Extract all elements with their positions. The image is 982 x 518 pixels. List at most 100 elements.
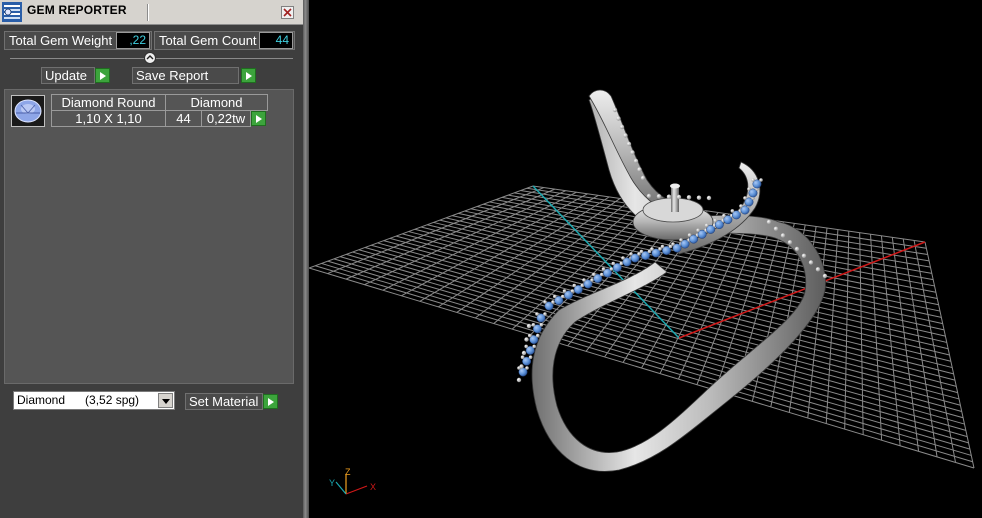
milgrain-bead xyxy=(706,195,712,201)
prong-bead xyxy=(590,278,594,282)
milgrain-bead xyxy=(524,337,529,342)
title-bar[interactable]: GEM REPORTER xyxy=(0,0,303,25)
prong-bead xyxy=(592,272,596,277)
prong-bead xyxy=(759,178,763,182)
prong-bead xyxy=(551,300,555,304)
prong-bead xyxy=(528,333,532,338)
milgrain-bead xyxy=(516,377,522,383)
milgrain-bead xyxy=(808,260,814,265)
gem-size-cell: 1,10 X 1,10 xyxy=(51,110,166,127)
prong-bead xyxy=(543,300,547,304)
prong-bead xyxy=(639,249,644,254)
prong-bead xyxy=(539,323,544,327)
gem-weight-cell: 0,22tw xyxy=(201,110,251,127)
gem-reporter-panel: GEM REPORTER Total Gem Weight ,22 Total … xyxy=(0,0,303,518)
prong-bead xyxy=(582,278,586,282)
milgrain-bead xyxy=(646,193,652,199)
grid-line xyxy=(309,460,974,504)
prong-bead xyxy=(601,267,606,271)
ground-grid xyxy=(309,185,975,510)
milgrain-bead xyxy=(822,273,828,279)
axis-gizmo: Z X Y xyxy=(329,467,376,495)
milgrain-bead xyxy=(626,141,632,147)
prong-bead xyxy=(679,238,683,242)
prong-bead xyxy=(671,242,675,246)
panel-splitter-handle[interactable] xyxy=(144,52,156,64)
prong-bead xyxy=(629,252,633,256)
prong-bead xyxy=(532,344,536,349)
prong-bead xyxy=(562,289,567,293)
total-gem-weight-value: ,22 xyxy=(116,32,150,49)
milgrain-bead xyxy=(696,195,702,200)
prong-bead xyxy=(536,333,540,338)
update-play-icon[interactable] xyxy=(95,68,110,83)
milgrain-bead xyxy=(637,167,642,172)
prong-bead xyxy=(524,344,528,349)
center-post-cap xyxy=(670,183,680,189)
milgrain-bead xyxy=(630,150,635,155)
prong-bead xyxy=(696,228,700,233)
prong-bead xyxy=(747,187,751,191)
window-title: GEM REPORTER xyxy=(27,3,127,17)
update-button[interactable]: Update xyxy=(41,67,95,84)
milgrain-bead xyxy=(656,194,662,199)
save-report-button[interactable]: Save Report xyxy=(132,67,239,84)
gem-material-cell: Diamond xyxy=(165,94,268,111)
gem-list: Diamond Round Diamond 1,10 X 1,10 44 0,2… xyxy=(4,89,294,384)
prong-bead xyxy=(525,366,529,370)
milgrain-bead xyxy=(612,107,618,113)
prong-bead xyxy=(650,247,654,251)
round-diamond-icon xyxy=(14,99,42,123)
material-selected-value: Diamond (3,52 spg) xyxy=(17,393,140,407)
chevron-up-icon xyxy=(146,55,154,60)
prong-bead xyxy=(687,233,692,237)
set-material-button[interactable]: Set Material xyxy=(185,393,263,410)
gizmo-y-label: Y xyxy=(329,478,335,488)
prong-bead xyxy=(572,283,577,288)
milgrain-bead xyxy=(616,116,621,121)
prong-bead xyxy=(743,196,747,200)
milgrain-bead xyxy=(815,267,821,272)
prong-bead xyxy=(704,223,709,228)
set-material-play-icon[interactable] xyxy=(263,394,278,409)
milgrain-bead xyxy=(766,219,772,225)
milgrain-bead xyxy=(666,194,672,199)
close-button[interactable] xyxy=(281,6,294,19)
gem-count-cell: 44 xyxy=(165,110,202,127)
chevron-down-icon[interactable] xyxy=(158,393,173,408)
save-report-play-icon[interactable] xyxy=(241,68,256,83)
prong-bead xyxy=(751,178,755,182)
material-dropdown[interactable]: Diamond (3,52 spg) xyxy=(13,391,175,410)
grid-line xyxy=(389,237,957,387)
milgrain-bead xyxy=(519,364,524,369)
milgrain-bead xyxy=(686,195,692,200)
total-gem-count-value: 44 xyxy=(259,32,293,49)
prong-bead xyxy=(535,312,539,316)
milgrain-bead xyxy=(619,124,625,130)
prong-bead xyxy=(713,218,718,223)
grid-line xyxy=(924,241,975,469)
gem-select-play-icon[interactable] xyxy=(251,111,266,126)
prong-bead xyxy=(570,289,575,293)
gizmo-z-label: Z xyxy=(345,467,351,477)
3d-viewport[interactable]: Z X Y xyxy=(309,0,982,518)
milgrain-bead xyxy=(773,226,779,231)
gem-shape-cell: Diamond Round xyxy=(51,94,166,111)
milgrain-bead xyxy=(780,233,786,238)
prong-bead xyxy=(611,261,616,266)
prong-bead xyxy=(621,256,625,260)
grid-line xyxy=(402,233,954,375)
viewport-canvas[interactable]: Z X Y xyxy=(309,0,982,518)
close-icon xyxy=(283,8,292,17)
milgrain-bead xyxy=(801,253,807,258)
grid-line xyxy=(309,492,974,510)
milgrain-bead xyxy=(633,158,639,164)
gem-thumbnail[interactable] xyxy=(11,95,45,127)
prong-bead xyxy=(528,355,533,360)
title-divider xyxy=(147,4,149,21)
milgrain-bead xyxy=(521,350,527,356)
center-post xyxy=(671,186,679,212)
prong-bead xyxy=(722,213,726,218)
gizmo-x-label: X xyxy=(370,482,376,492)
milgrain-bead xyxy=(787,240,793,245)
